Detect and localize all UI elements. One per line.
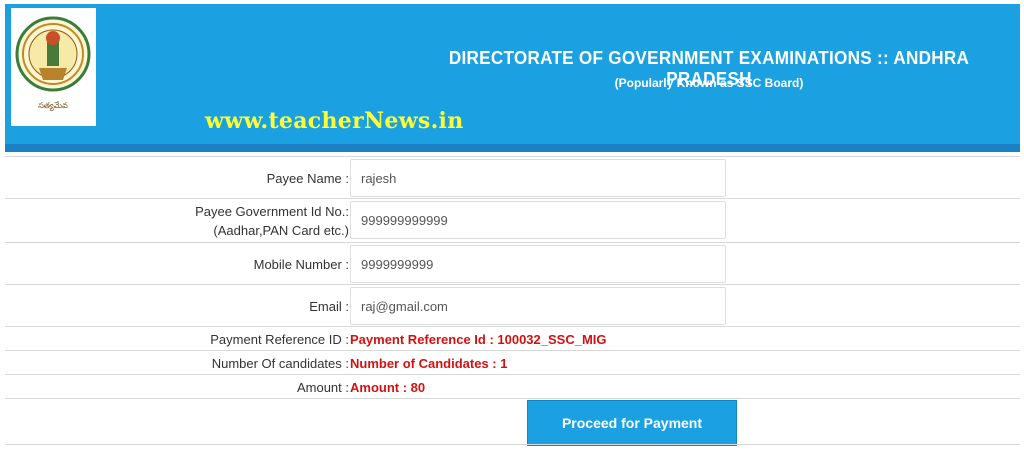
payment-form: Payee Name : rajesh Payee Government Id … (5, 156, 1020, 446)
gov-id-input[interactable]: 999999999999 (350, 201, 726, 239)
form-divider (5, 398, 1020, 399)
reference-label: Payment Reference ID : (210, 332, 349, 347)
page-header: సత్యమేవ DIRECTORATE OF GOVERNMENT EXAMIN… (5, 4, 1020, 144)
gov-id-label-line2: (Aadhar,PAN Card etc.) (213, 223, 349, 238)
proceed-payment-button[interactable]: Proceed for Payment (527, 400, 737, 446)
logo-caption: సత్యమేవ (38, 101, 68, 112)
mobile-label: Mobile Number : (253, 257, 349, 272)
payee-name-row: Payee Name : rajesh (5, 156, 1020, 199)
payee-name-input[interactable]: rajesh (350, 159, 726, 197)
amount-row: Amount : Amount : 80 (5, 374, 1020, 399)
header-underline (5, 144, 1020, 152)
payee-name-label: Payee Name : (266, 171, 349, 186)
form-bottom-border (5, 444, 1020, 445)
reference-row: Payment Reference ID : Payment Reference… (5, 326, 1020, 351)
mobile-row: Mobile Number : 9999999999 (5, 242, 1020, 285)
email-label: Email : (309, 299, 349, 314)
email-input[interactable]: raj@gmail.com (350, 287, 726, 325)
candidates-label: Number Of candidates : (211, 356, 349, 371)
amount-value: Amount : 80 (350, 380, 426, 395)
gov-id-row: Payee Government Id No.: (Aadhar,PAN Car… (5, 198, 1020, 243)
amount-label: Amount : (296, 380, 349, 395)
candidates-value: Number of Candidates : 1 (350, 356, 508, 371)
site-watermark: www.teacherNews.in (205, 108, 464, 134)
candidates-row: Number Of candidates : Number of Candida… (5, 350, 1020, 375)
email-row: Email : raj@gmail.com (5, 284, 1020, 327)
reference-value: Payment Reference Id : 100032_SSC_MIG (350, 332, 607, 347)
mobile-input[interactable]: 9999999999 (350, 245, 726, 283)
gov-id-label-line1: Payee Government Id No.: (195, 204, 349, 219)
state-emblem-logo: సత్యమేవ (11, 8, 96, 126)
page-subtitle: (Popularly Known as SSC Board) (614, 76, 804, 90)
